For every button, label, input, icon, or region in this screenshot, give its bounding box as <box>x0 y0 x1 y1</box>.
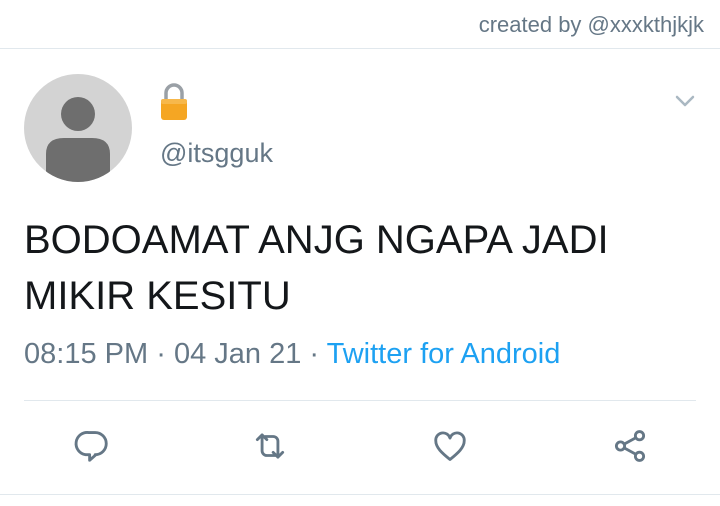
author-handle[interactable]: @itsgguk <box>160 138 273 169</box>
heart-icon <box>434 431 466 461</box>
tweet-text-line: MIKIR KESITU <box>24 274 291 318</box>
bottom-divider <box>0 494 720 495</box>
tweet-text: BODOAMAT ANJG NGAPA JADI MIKIR KESITU <box>24 212 684 324</box>
share-icon <box>614 430 646 462</box>
tweet-source-link[interactable]: Twitter for Android <box>327 338 561 370</box>
top-divider <box>0 48 720 49</box>
reply-button[interactable] <box>70 424 114 468</box>
meta-separator: · <box>156 338 166 370</box>
like-button[interactable] <box>428 424 472 468</box>
tweet-date: 04 Jan 21 <box>173 338 302 370</box>
lock-icon <box>161 83 187 120</box>
tweet-meta: 08:15 PM · 04 Jan 21 · Twitter for Andro… <box>24 338 560 371</box>
tweet-text-line: BODOAMAT ANJG NGAPA JADI <box>24 218 609 262</box>
default-avatar-icon <box>46 97 110 182</box>
reply-icon <box>74 431 108 462</box>
chevron-down-icon[interactable] <box>674 90 696 112</box>
tweet-time: 08:15 PM <box>24 338 149 370</box>
avatar[interactable] <box>24 74 132 182</box>
meta-separator: · <box>309 338 320 370</box>
meta-divider <box>24 400 696 401</box>
retweet-icon <box>255 433 285 459</box>
credit-text: created by @xxxkthjkjk <box>478 12 704 37</box>
share-button[interactable] <box>608 424 652 468</box>
retweet-button[interactable] <box>248 424 292 468</box>
